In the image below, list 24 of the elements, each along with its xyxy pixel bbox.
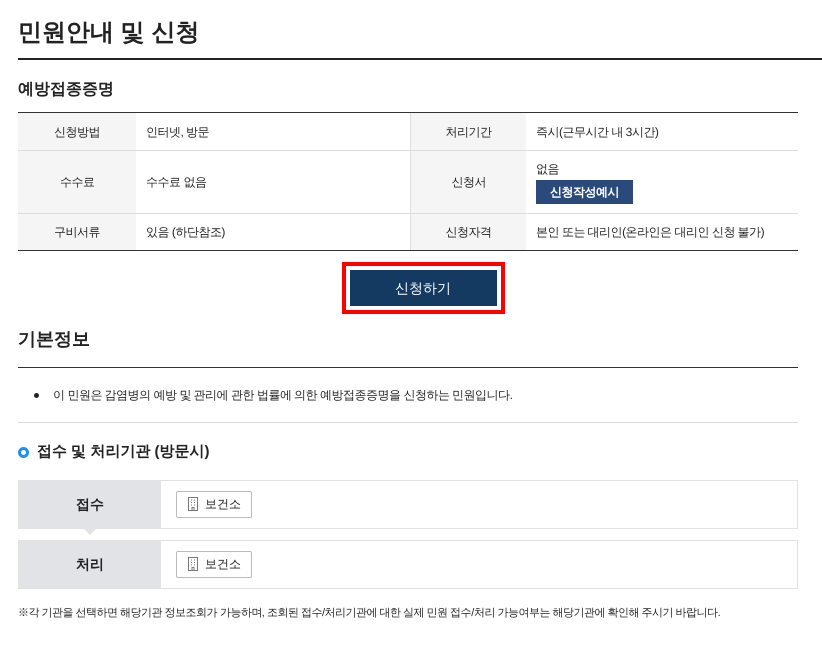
section-title: 기본정보	[18, 328, 90, 351]
section-title: 예방접종증명	[18, 80, 114, 100]
page-title: 민원안내 및 신청	[18, 18, 200, 48]
bullet-icon	[34, 392, 39, 398]
agency-button[interactable]: 보건소	[176, 550, 252, 578]
table-header-cell: 구비서류	[18, 213, 136, 250]
example-button[interactable]: 신청작성예시	[536, 180, 633, 204]
subsection-title: 접수 및 처리기관 (방문시)	[37, 442, 210, 462]
table-header-cell: 수수료	[18, 150, 136, 213]
table-header-cell: 신청방법	[18, 113, 136, 150]
agency-label: 처리	[19, 540, 161, 588]
building-icon	[187, 497, 199, 511]
table-header-cell: 처리기간	[410, 113, 526, 150]
bullet-text: 이 민원은 감염병의 예방 및 관리에 관한 법률에 의한 예방접종증명을 신청하는 민원입니다.	[53, 387, 513, 404]
cell-text: 없음	[536, 161, 559, 178]
table-header-cell: 신청자격	[410, 213, 526, 250]
table-cell-text: 즉시(근무시간 내 3시간)	[535, 124, 660, 140]
table-cell-text: 인터넷, 방문	[145, 124, 210, 140]
table-cell: 본인 또는 대리인(온라인은 대리인 신청 불가)	[526, 213, 798, 250]
agency-button[interactable]: 보건소	[176, 490, 252, 518]
note-text: ※각 기관을 선택하면 해당기관 정보조회가 가능하며, 조회된 접수/처리기관에 대한 실제 민원 접수/처리 가능여부는 해당기관에 확인해 주시기 바랍니다.	[18, 606, 722, 620]
apply-button[interactable]: 신청하기	[350, 270, 496, 306]
building-icon	[187, 557, 199, 571]
table-header-cell: 신청서	[410, 150, 526, 213]
